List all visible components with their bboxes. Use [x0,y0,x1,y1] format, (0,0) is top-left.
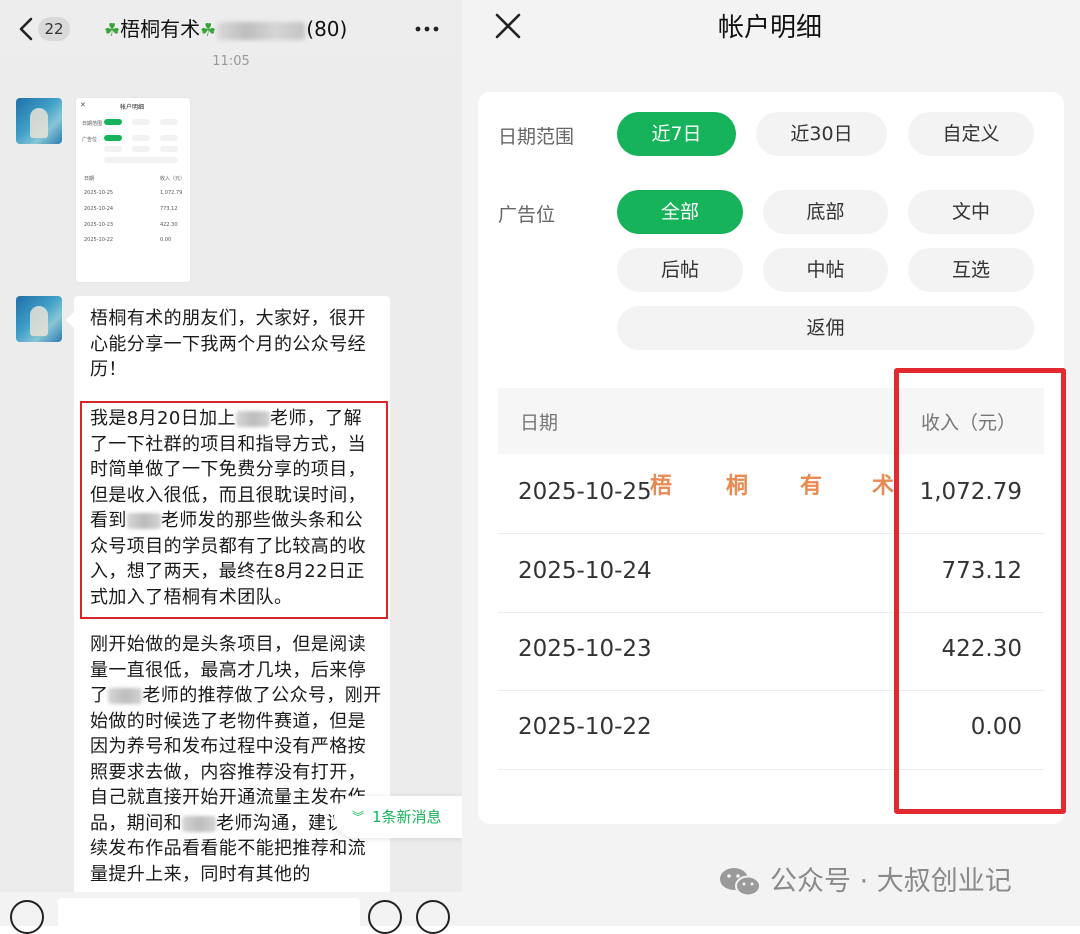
message-input[interactable] [58,898,360,932]
message-timestamp: 11:05 [212,54,250,69]
sender-avatar[interactable] [16,296,62,342]
chat-title: ☘梧桐有术☘ (80) [104,12,364,46]
date-range-label: 日期范围 [498,126,575,148]
ad-slot-chip-rear[interactable]: 后帖 [617,248,743,292]
footer-watermark: 公众号 · 大叔创业记 [718,860,1058,904]
voice-input-icon[interactable] [10,900,44,934]
clover-icon: ☘ [200,20,217,41]
blurred-name [182,815,216,832]
ad-slot-chip-middle[interactable]: 中帖 [763,248,888,292]
ad-slot-label: 广告位 [498,204,556,226]
double-chevron-down-icon: ︾ [352,810,365,824]
new-messages-button[interactable]: ︾ 1条新消息 [334,796,462,838]
date-range-chip-7d[interactable]: 近7日 [617,112,736,156]
emoji-icon[interactable] [368,900,402,934]
plus-icon[interactable] [416,900,450,934]
ad-slot-chip-in-article[interactable]: 文中 [908,190,1034,234]
close-icon[interactable] [492,10,524,42]
column-header-date: 日期 [520,412,559,434]
footer-watermark-text: 公众号 · 大叔创业记 [770,866,1012,897]
image-message-thumbnail[interactable]: ✕ 帐户明细 日期范围 广告位 日期 收入（元） 2025-10-25 1,072… [76,98,190,282]
inline-watermark-char: 梧 [650,474,673,499]
inline-watermark-char: 有 [800,474,823,499]
ad-slot-chip-bottom[interactable]: 底部 [763,190,888,234]
row-date: 2025-10-22 [518,714,652,740]
ad-slot-chip-all[interactable]: 全部 [617,190,743,234]
message-paragraph-3: 刚开始做的是头条项目，但是阅读量一直很低，最高才几块，后来停了 老师的推荐做了公众… [90,634,382,885]
row-date: 2025-10-24 [518,558,652,584]
inline-watermark-char: 术 [872,474,895,499]
page-title: 帐户明细 [717,13,822,43]
bubble-tail [66,312,74,328]
unread-count-badge: 22 [38,17,70,41]
clover-icon: ☘ [104,20,121,41]
income-highlight-frame [894,368,1066,814]
ad-slot-chip-mutual[interactable]: 互选 [908,248,1034,292]
chat-title-text: 梧桐有术 [120,17,201,41]
thumb-title: 帐户明细 [120,104,145,111]
row-date: 2025-10-23 [518,636,652,662]
new-messages-label: 1条新消息 [372,808,442,826]
blurred-name [108,688,143,704]
row-date: 2025-10-25 [518,479,652,505]
blurred-name [217,21,306,40]
sender-avatar[interactable] [16,98,62,144]
date-range-chip-30d[interactable]: 近30日 [756,112,887,156]
date-range-chip-custom[interactable]: 自定义 [908,112,1034,156]
close-icon: ✕ [80,101,86,109]
member-count: (80) [306,17,348,41]
ad-slot-chip-commission[interactable]: 返佣 [617,306,1034,350]
message-paragraph-1: 梧桐有术的朋友们，大家好，很开心能分享一下我两个月的公众号经历！ [90,308,366,380]
wechat-logo-icon [720,868,761,897]
highlight-frame [80,401,388,619]
more-options-icon[interactable] [412,16,442,42]
inline-watermark-char: 桐 [726,474,749,499]
